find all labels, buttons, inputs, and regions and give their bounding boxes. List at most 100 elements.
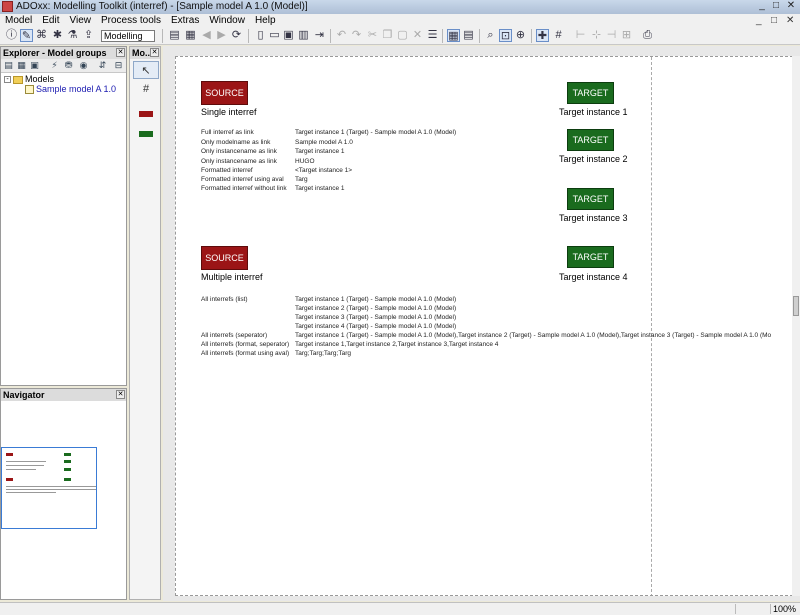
undo-icon[interactable]: ↶: [335, 29, 348, 42]
target-object-1[interactable]: TARGET: [567, 82, 614, 104]
panel-toggle-icon[interactable]: ▤: [168, 29, 181, 42]
pointer-tool-icon[interactable]: ↖: [133, 61, 159, 79]
explorer-filter-icon[interactable]: ⛃: [63, 60, 74, 71]
align-left-icon[interactable]: ⊢: [574, 29, 587, 42]
mode-dropdown[interactable]: Modelling: [101, 30, 155, 42]
attr-value-link[interactable]: Target instance 1 (Target) - Sample mode…: [295, 129, 456, 136]
explorer-objects-icon[interactable]: ▦: [16, 60, 27, 71]
attr-value-link[interactable]: HUGO: [295, 158, 315, 165]
zoom-area-icon[interactable]: ⊕: [514, 29, 527, 42]
graph-icon[interactable]: ⌘: [35, 29, 48, 42]
save-icon[interactable]: ▣: [282, 29, 295, 42]
grid-tool-icon[interactable]: #: [133, 80, 159, 98]
attr-value-link[interactable]: Target instance 3 (Target) - Sample mode…: [295, 314, 456, 321]
source-object-single[interactable]: SOURCE: [201, 81, 248, 105]
attr-value-link[interactable]: Target instance 2 (Target) - Sample mode…: [295, 305, 456, 312]
menu-help[interactable]: Help: [250, 14, 281, 27]
explorer-link-icon[interactable]: ⚡: [49, 60, 60, 71]
attr-value-link[interactable]: Target instance 1 (Target) - Sample mode…: [295, 296, 456, 303]
navigator-close-icon[interactable]: ✕: [116, 390, 125, 399]
tree-item-sample-model[interactable]: Sample model A 1.0: [25, 84, 116, 95]
menu-window[interactable]: Window: [204, 14, 250, 27]
attr-value: Targ;Targ;Targ;Targ: [295, 350, 351, 357]
align-icon[interactable]: ✚: [536, 29, 549, 42]
menu-process-tools[interactable]: Process tools: [96, 14, 166, 27]
navigator-title: Navigator: [3, 390, 45, 400]
modelling-mode-icon[interactable]: ✎: [20, 29, 33, 42]
zoom-fit-icon[interactable]: ⊡: [499, 29, 512, 42]
menu-model[interactable]: Model: [0, 14, 37, 27]
menu-extras[interactable]: Extras: [166, 14, 204, 27]
modelling-bar-header: Mo... ✕: [130, 47, 160, 59]
analysis-icon[interactable]: ⚗: [66, 29, 79, 42]
cut-icon[interactable]: ✂: [366, 29, 379, 42]
delete-icon[interactable]: ✕: [411, 29, 424, 42]
explorer-close-icon[interactable]: ✕: [116, 48, 125, 57]
status-bar: 100%: [0, 602, 800, 615]
import-icon[interactable]: ⇪: [82, 29, 95, 42]
mdi-minimize-button[interactable]: _: [756, 14, 762, 27]
print-icon[interactable]: ⎙: [641, 29, 654, 42]
explorer-title: Explorer - Model groups: [3, 48, 107, 58]
zoom-icon[interactable]: ⌕: [484, 29, 497, 42]
new-icon[interactable]: ▯: [254, 29, 267, 42]
scrollbar-thumb[interactable]: [793, 296, 799, 316]
attr-value-link[interactable]: Sample model A 1.0: [295, 139, 353, 146]
attr-name: Full interref as link: [201, 129, 254, 136]
grid-icon[interactable]: #: [552, 29, 565, 42]
source-class-tool[interactable]: [139, 111, 153, 117]
attr-value-link[interactable]: Target instance 4 (Target) - Sample mode…: [295, 323, 456, 330]
explorer-toolbar: ▤ ▦ ▣ ⚡ ⛃ ◉ ⇵ ⊟: [1, 59, 126, 73]
window-list-icon[interactable]: ▦: [184, 29, 197, 42]
forward-icon[interactable]: ▶: [215, 29, 228, 42]
align-center-icon[interactable]: ⊹: [590, 29, 603, 42]
source-caption-multiple: Multiple interref: [201, 272, 263, 282]
copy-icon[interactable]: ❐: [381, 29, 394, 42]
distribute-icon[interactable]: ⊞: [620, 29, 633, 42]
paste-icon[interactable]: ▢: [396, 29, 409, 42]
close-button[interactable]: ✕: [785, 1, 797, 12]
info-icon[interactable]: ⓘ: [5, 29, 18, 42]
explorer-sort-icon[interactable]: ⇵: [97, 60, 108, 71]
open-icon[interactable]: ▭: [268, 29, 281, 42]
navigator-header: Navigator ✕: [1, 389, 126, 401]
tree-expander-icon[interactable]: -: [4, 76, 11, 84]
model-canvas[interactable]: SOURCE Single interref Full interref as …: [175, 56, 793, 596]
drawing-area[interactable]: SOURCE Single interref Full interref as …: [163, 46, 800, 601]
explorer-expand-icon[interactable]: ⊟: [113, 60, 124, 71]
attr-name: All interrefs (list): [201, 296, 248, 303]
minimize-button[interactable]: _: [756, 1, 768, 12]
menu-view[interactable]: View: [64, 14, 96, 27]
save-all-icon[interactable]: ▥: [297, 29, 310, 42]
explorer-groups-icon[interactable]: ▣: [29, 60, 40, 71]
vertical-scrollbar[interactable]: [792, 56, 800, 596]
menu-edit[interactable]: Edit: [37, 14, 64, 27]
tools-icon[interactable]: ✱: [51, 29, 64, 42]
mdi-restore-button[interactable]: □: [771, 14, 777, 27]
redo-icon[interactable]: ↷: [350, 29, 363, 42]
attr-value: Target instance 1,Target instance 2,Targ…: [295, 341, 499, 348]
grid-view-icon[interactable]: ▦: [447, 29, 460, 42]
navigator-viewport[interactable]: [1, 447, 97, 529]
mdi-close-button[interactable]: ✕: [786, 14, 794, 27]
explorer-models-icon[interactable]: ▤: [3, 60, 14, 71]
back-icon[interactable]: ◀: [200, 29, 213, 42]
target-object-4[interactable]: TARGET: [567, 246, 614, 268]
explorer-tag-icon[interactable]: ◉: [78, 60, 89, 71]
attr-name: Only instancename as link: [201, 158, 277, 165]
properties-icon[interactable]: ☰: [426, 29, 439, 42]
target-object-2[interactable]: TARGET: [567, 129, 614, 151]
align-right-icon[interactable]: ⊣: [605, 29, 618, 42]
source-object-multiple[interactable]: SOURCE: [201, 246, 248, 270]
attr-value-link[interactable]: Target instance 1: [295, 148, 345, 155]
target-caption-4: Target instance 4: [559, 272, 628, 282]
export-icon[interactable]: ⇥: [313, 29, 326, 42]
table-view-icon[interactable]: ▤: [462, 29, 475, 42]
target-class-tool[interactable]: [139, 131, 153, 137]
modelling-bar-close-icon[interactable]: ✕: [150, 48, 159, 57]
refresh-icon[interactable]: ⟳: [230, 29, 243, 42]
maximize-button[interactable]: □: [770, 1, 782, 12]
model-icon: [25, 85, 34, 95]
explorer-header: Explorer - Model groups ✕: [1, 47, 126, 59]
target-object-3[interactable]: TARGET: [567, 188, 614, 210]
